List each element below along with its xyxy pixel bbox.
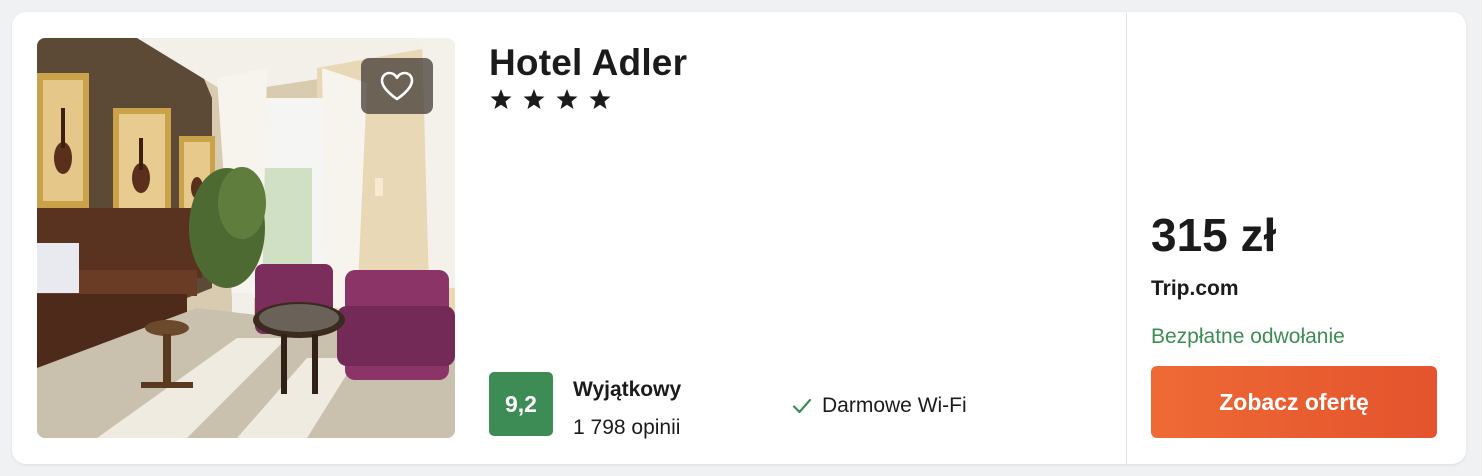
- column-divider: [1126, 12, 1127, 464]
- amenity-label: Darmowe Wi-Fi: [822, 394, 967, 417]
- free-cancellation-label: Bezpłatne odwołanie: [1151, 325, 1345, 348]
- rating-label: Wyjątkowy: [573, 378, 682, 401]
- offer-panel: 315 zł Trip.com Bezpłatne odwołanie Zoba…: [1151, 12, 1441, 464]
- price: 315 zł: [1151, 209, 1277, 261]
- star-icon: [523, 89, 545, 109]
- rating-score-badge: 9,2: [489, 372, 553, 436]
- heart-outline-icon: [380, 71, 414, 101]
- star-rating: [489, 88, 612, 111]
- star-icon: [589, 89, 611, 109]
- hotel-result-card[interactable]: Hotel Adler 9,2 Wyjątkowy 1 798 opinii D…: [12, 12, 1466, 464]
- checkmark-icon: [792, 398, 812, 414]
- hotel-photo[interactable]: [37, 38, 455, 438]
- star-icon: [556, 89, 578, 109]
- view-offer-button[interactable]: Zobacz ofertę: [1151, 366, 1437, 438]
- favorite-button[interactable]: [361, 58, 433, 114]
- star-icon: [490, 89, 512, 109]
- hotel-info: Hotel Adler 9,2 Wyjątkowy 1 798 opinii D…: [489, 38, 1109, 440]
- review-count[interactable]: 1 798 opinii: [573, 416, 680, 440]
- provider-name: Trip.com: [1151, 277, 1239, 300]
- hotel-name[interactable]: Hotel Adler: [489, 42, 687, 84]
- amenity-item: Darmowe Wi-Fi: [792, 394, 967, 418]
